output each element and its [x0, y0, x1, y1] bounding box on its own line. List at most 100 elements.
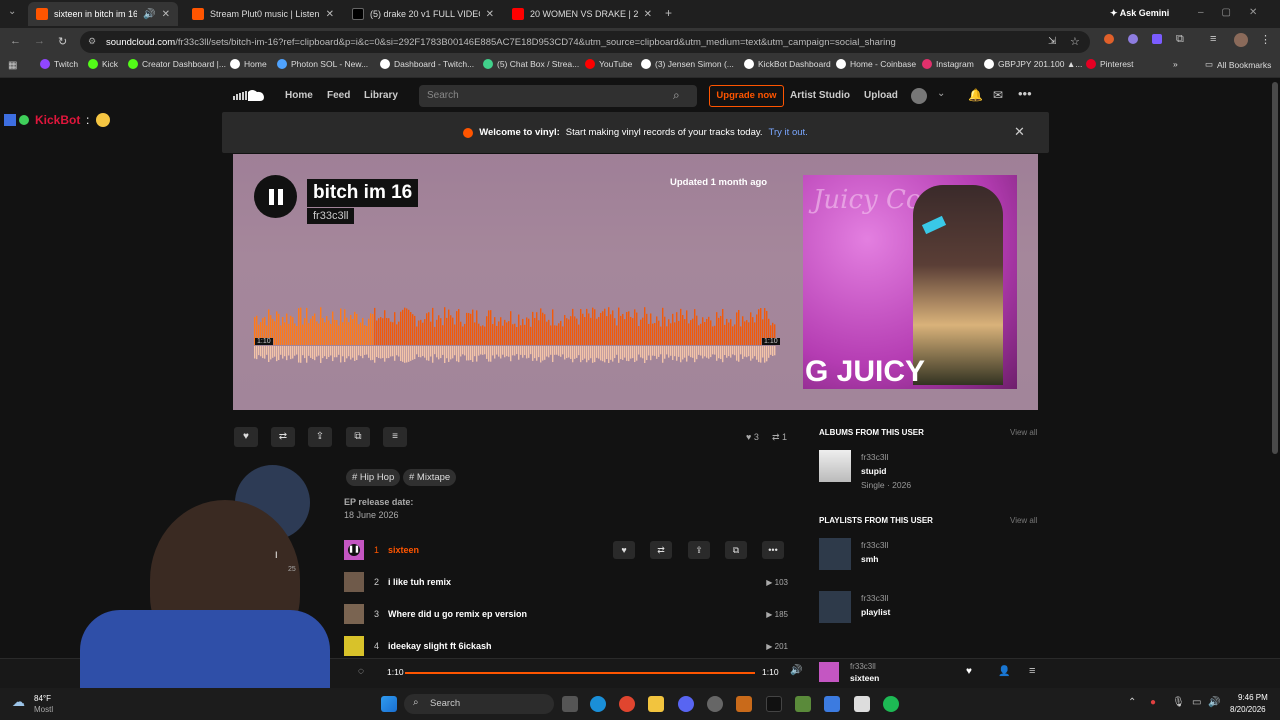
chrome-icon[interactable]	[619, 696, 635, 712]
bookmark-twitch[interactable]: Twitch	[40, 59, 78, 69]
search-input[interactable]: Search	[419, 85, 697, 107]
notifications-icon[interactable]: 🔔	[968, 88, 983, 102]
copy-link-button[interactable]: ⧉	[346, 427, 370, 447]
try-it-link[interactable]: Try it out.	[769, 127, 808, 138]
nav-library[interactable]: Library	[364, 90, 398, 101]
profile-avatar[interactable]	[1234, 33, 1248, 47]
bookmark-kick[interactable]: Kick	[88, 59, 118, 69]
player-like-icon[interactable]: ♥	[966, 666, 972, 677]
user-avatar[interactable]	[911, 88, 927, 104]
extension-icon[interactable]	[1152, 34, 1162, 44]
like-button[interactable]: ♥	[234, 427, 258, 447]
bookmark-gbpjpy[interactable]: GBPJPY 201.100 ▲...	[984, 59, 1082, 69]
tab-plut0[interactable]: Stream Plut0 music | Listen to s ✕	[184, 2, 342, 26]
new-tab-icon[interactable]: +	[665, 6, 672, 20]
playlists-view-all[interactable]: View all	[1010, 516, 1037, 525]
track-thumb[interactable]	[344, 636, 364, 656]
tray-overflow-icon[interactable]: ⌃	[1128, 697, 1136, 708]
tag-mixtape[interactable]: # Mixtape	[403, 469, 457, 486]
volume-icon[interactable]: 🔊	[790, 665, 802, 676]
bookmarks-overflow-icon[interactable]: »	[1173, 59, 1178, 69]
apps-grid-icon[interactable]: ▦	[8, 60, 17, 71]
tab-close-icon[interactable]: ✕	[162, 9, 170, 20]
all-bookmarks[interactable]: ▭ All Bookmarks	[1205, 59, 1271, 70]
reload-icon[interactable]: ↻	[58, 35, 67, 48]
taskbar-search[interactable]: Search	[404, 694, 554, 714]
pause-button[interactable]	[254, 175, 297, 218]
bookmark-jensen[interactable]: (3) Jensen Simon (...	[641, 59, 734, 69]
tray-app-icon[interactable]: ●	[1150, 697, 1156, 708]
bookmark-kickbot[interactable]: KickBot Dashboard	[744, 59, 831, 69]
microphone-icon[interactable]: 🎙	[1172, 697, 1185, 708]
track-repost-button[interactable]: ⇄	[650, 541, 672, 559]
menu-list-icon[interactable]: ≡	[1210, 33, 1216, 45]
bookmark-twitch-dashboard[interactable]: Dashboard - Twitch...	[380, 59, 474, 69]
queue-icon[interactable]: ≡	[1029, 665, 1035, 677]
playlist-title[interactable]: playlist	[861, 607, 890, 617]
track-row-3[interactable]: 3 Where did u go remix ep version ▶ 185	[344, 602, 788, 626]
back-icon[interactable]: ←	[10, 35, 21, 47]
share-button[interactable]: ⇪	[308, 427, 332, 447]
player-user[interactable]: fr33c3ll	[850, 662, 876, 671]
tag-hip-hop[interactable]: # Hip Hop	[346, 469, 401, 486]
album-user[interactable]: fr33c3ll	[861, 452, 888, 462]
playlist-artist[interactable]: fr33c3ll	[307, 208, 355, 224]
clock-time[interactable]: 9:46 PM	[1238, 693, 1268, 702]
speaker-icon[interactable]: 🔊	[1208, 697, 1220, 708]
site-info-icon[interactable]: ⚙	[88, 36, 96, 47]
tab-soundcloud-active[interactable]: sixteen in bitch im 16 🔊 ✕	[28, 2, 178, 26]
task-view-icon[interactable]	[562, 696, 578, 712]
bookmark-star-icon[interactable]: ☆	[1070, 35, 1080, 48]
messages-icon[interactable]: ✉	[993, 88, 1003, 102]
search-icon[interactable]: ⌕	[673, 88, 680, 103]
settings-gear-icon[interactable]	[707, 696, 723, 712]
bookmark-home-x[interactable]: Home	[230, 59, 267, 69]
scrollbar-thumb[interactable]	[1272, 82, 1278, 454]
track-row-4[interactable]: 4 ideekay slight ft 6ickash ▶ 201	[344, 634, 788, 658]
forward-icon[interactable]: →	[34, 35, 45, 47]
track-share-button[interactable]: ⇪	[688, 541, 710, 559]
track-row-2[interactable]: 2 i like tuh remix ▶ 103	[344, 570, 788, 594]
album-title[interactable]: stupid	[861, 466, 887, 476]
track-thumb[interactable]	[344, 604, 364, 624]
close-icon[interactable]: ✕	[1014, 124, 1025, 140]
spotify-icon[interactable]	[883, 696, 899, 712]
file-explorer-icon[interactable]	[648, 696, 664, 712]
extension-icon[interactable]	[1104, 34, 1114, 44]
extension-icon[interactable]	[1128, 34, 1138, 44]
minecraft-icon[interactable]	[795, 696, 811, 712]
playlist-thumb[interactable]	[819, 591, 851, 623]
upgrade-button[interactable]: Upgrade now	[709, 85, 784, 107]
bookmark-photon[interactable]: Photon SOL - New...	[277, 59, 368, 69]
upload-link[interactable]: Upload	[864, 90, 898, 101]
windows-start-icon[interactable]	[381, 696, 397, 712]
notepad-icon[interactable]	[854, 696, 870, 712]
track-copy-button[interactable]: ⧉	[725, 541, 747, 559]
more-icon[interactable]: •••	[1018, 86, 1032, 101]
waveform[interactable]	[254, 300, 776, 370]
follow-icon[interactable]: 👤	[998, 666, 1010, 677]
store-icon[interactable]	[824, 696, 840, 712]
bookmark-coinbase[interactable]: Home - Coinbase	[836, 59, 916, 69]
bookmark-instagram[interactable]: Instagram	[922, 59, 974, 69]
kebab-menu-icon[interactable]: ⋮	[1260, 33, 1271, 46]
track-more-button[interactable]: •••	[762, 541, 784, 559]
album-thumb[interactable]	[819, 450, 851, 482]
tab-close-icon[interactable]: ✕	[644, 9, 652, 20]
playlist-title[interactable]: smh	[861, 554, 878, 564]
tiktok-icon[interactable]	[766, 696, 782, 712]
playlist-user[interactable]: fr33c3ll	[861, 540, 888, 550]
track-row-1[interactable]: ❚❚ 1 sixteen	[344, 538, 788, 562]
tab-close-icon[interactable]: ✕	[486, 9, 494, 20]
tab-drake-x[interactable]: (5) drake 20 v1 FULL VIDEO - S ✕	[344, 2, 502, 26]
artist-studio-link[interactable]: Artist Studio	[790, 90, 850, 101]
install-icon[interactable]: ⇲	[1048, 36, 1056, 47]
window-controls[interactable]: –▢✕	[1198, 7, 1275, 18]
player-thumb[interactable]	[819, 662, 839, 682]
comment-icon[interactable]: ◌	[358, 666, 364, 677]
address-bar[interactable]: soundcloud.com/fr33c3ll/sets/bitch-im-16…	[80, 31, 1090, 53]
discord-icon[interactable]	[678, 696, 694, 712]
app-icon[interactable]	[736, 696, 752, 712]
display-icon[interactable]: ▭	[1192, 697, 1201, 708]
track-thumb[interactable]: ❚❚	[344, 540, 364, 560]
